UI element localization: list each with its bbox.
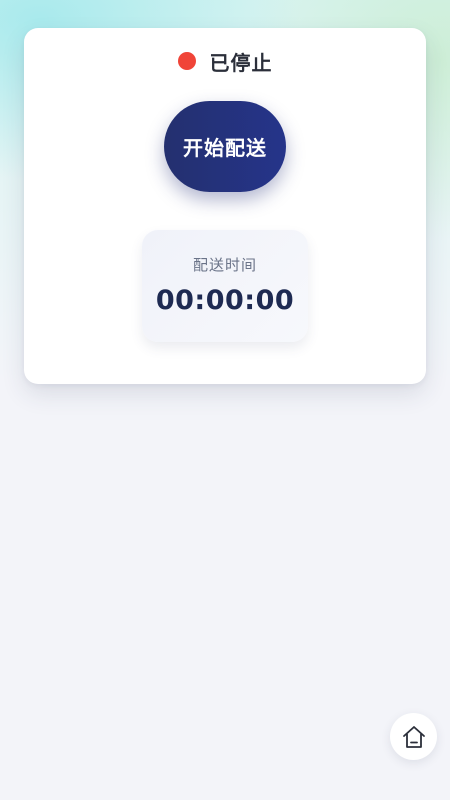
start-delivery-button[interactable]: 开始配送 <box>164 101 286 192</box>
delivery-time-label: 配送时间 <box>192 256 257 274</box>
status-indicator: 已停止 <box>24 48 426 75</box>
status-text: 已停止 <box>209 50 273 75</box>
delivery-card: 已停止 开始配送 配送时间 00:00:00 <box>24 28 426 384</box>
status-dot <box>177 52 196 70</box>
home-button[interactable] <box>390 713 437 760</box>
home-icon <box>402 725 425 748</box>
delivery-time-panel: 配送时间 00:00:00 <box>142 230 308 342</box>
delivery-time-value: 00:00:00 <box>155 285 295 316</box>
